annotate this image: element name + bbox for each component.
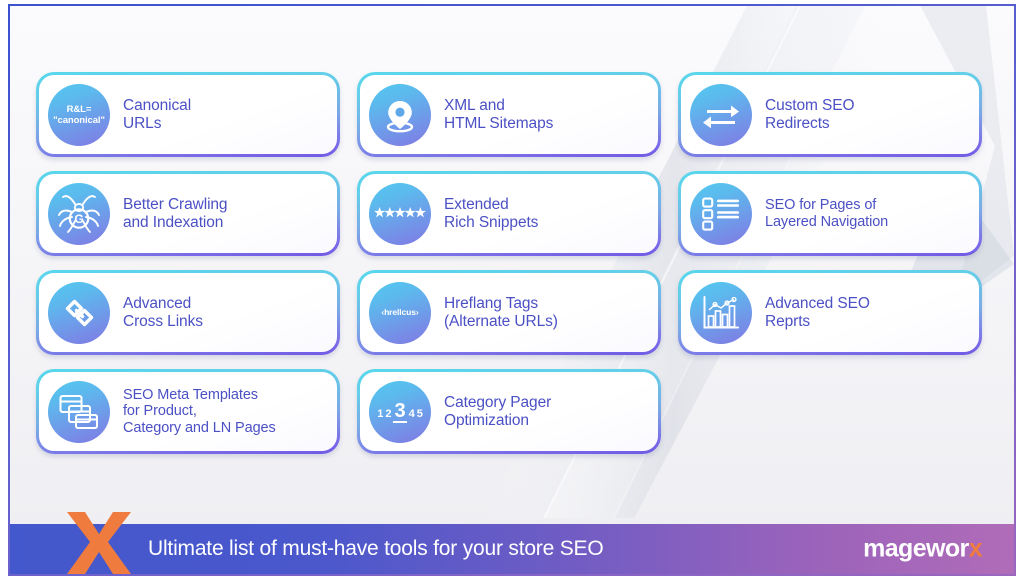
card-row: Advanced Cross Links ‹hrellcus› Hreflang… — [36, 270, 996, 355]
pagination-icon: 1 2 3 4 5 — [369, 380, 431, 443]
card-label: Hreflang Tags (Alternate URLs) — [444, 295, 558, 330]
card-label: XML and HTML Sitemaps — [444, 97, 554, 132]
card-advanced-seo-reprts[interactable]: Advanced SEO Reprts — [678, 270, 982, 355]
pager-page-1: 1 — [377, 407, 384, 420]
card-xml-html-sitemaps[interactable]: XML and HTML Sitemaps — [357, 72, 661, 157]
pager-page-5: 5 — [416, 407, 423, 420]
hreflang-code-icon: ‹hrellcus› — [369, 281, 431, 344]
mageworx-logo[interactable]: mageworx — [863, 535, 982, 564]
card-advanced-cross-links[interactable]: Advanced Cross Links — [36, 270, 340, 355]
crawler-spider-icon: G — [48, 182, 110, 245]
card-canonical-urls[interactable]: R&L= "canonical" Canonical URLs — [36, 72, 340, 157]
card-custom-seo-redirects[interactable]: Custom SEO Redirects — [678, 72, 982, 157]
card-category-pager-optimization[interactable]: 1 2 3 4 5 Category Pager Optimization — [357, 369, 661, 454]
map-pin-icon — [369, 83, 431, 146]
pager-page-current: 3 — [393, 399, 407, 423]
slide-canvas: R&L= "canonical" Canonical URLs XML and … — [10, 6, 1014, 574]
slide-footer: Ultimate list of must-have tools for you… — [10, 512, 1014, 574]
card-row: G Better Crawling and Indexation Extende… — [36, 171, 996, 256]
card-label: Canonical URLs — [123, 97, 192, 132]
brand-name: magewor — [863, 534, 969, 563]
card-label: Advanced Cross Links — [123, 295, 203, 330]
x-mark-icon — [67, 512, 131, 574]
bar-chart-icon — [690, 281, 752, 344]
canonical-tag-icon-text: R&L= "canonical" — [53, 103, 105, 126]
card-label: Custom SEO Redirects — [765, 97, 855, 132]
canonical-tag-icon: R&L= "canonical" — [48, 83, 110, 146]
svg-text:G: G — [74, 212, 83, 226]
card-label: SEO for Pages of Layered Navigation — [765, 197, 889, 230]
checklist-icon — [690, 182, 752, 245]
brand-accent-x: x — [968, 534, 983, 563]
card-label: Extended Rich Snippets — [444, 196, 539, 231]
card-hreflang-tags[interactable]: ‹hrellcus› Hreflang Tags (Alternate URLs… — [357, 270, 661, 355]
five-stars-icon — [369, 182, 431, 245]
footer-title: Ultimate list of must-have tools for you… — [148, 537, 604, 560]
pager-page-2: 2 — [385, 407, 392, 420]
pagination-icon-numbers: 1 2 3 4 5 — [377, 401, 423, 423]
card-seo-layered-navigation[interactable]: SEO for Pages of Layered Navigation — [678, 171, 982, 256]
card-extended-rich-snippets[interactable]: Extended Rich Snippets — [357, 171, 661, 256]
seo-tools-slide: R&L= "canonical" Canonical URLs XML and … — [0, 0, 1024, 582]
card-label: Advanced SEO Reprts — [765, 295, 870, 330]
hreflang-code-icon-text: ‹hrellcus› — [381, 307, 419, 317]
card-placeholder — [678, 369, 982, 454]
card-row: SEO Meta Templates for Product, Category… — [36, 369, 996, 454]
card-label: SEO Meta Templates for Product, Category… — [123, 386, 276, 436]
card-label: Category Pager Optimization — [444, 394, 552, 429]
card-label: Better Crawling and Indexation — [123, 196, 228, 231]
pager-page-4: 4 — [408, 407, 415, 420]
card-better-crawling-indexation[interactable]: G Better Crawling and Indexation — [36, 171, 340, 256]
card-row: R&L= "canonical" Canonical URLs XML and … — [36, 72, 996, 157]
page-templates-icon — [48, 380, 110, 443]
card-seo-meta-templates[interactable]: SEO Meta Templates for Product, Category… — [36, 369, 340, 454]
feature-card-grid: R&L= "canonical" Canonical URLs XML and … — [36, 72, 996, 468]
chain-link-icon — [48, 281, 110, 344]
redirect-arrows-icon — [690, 83, 752, 146]
